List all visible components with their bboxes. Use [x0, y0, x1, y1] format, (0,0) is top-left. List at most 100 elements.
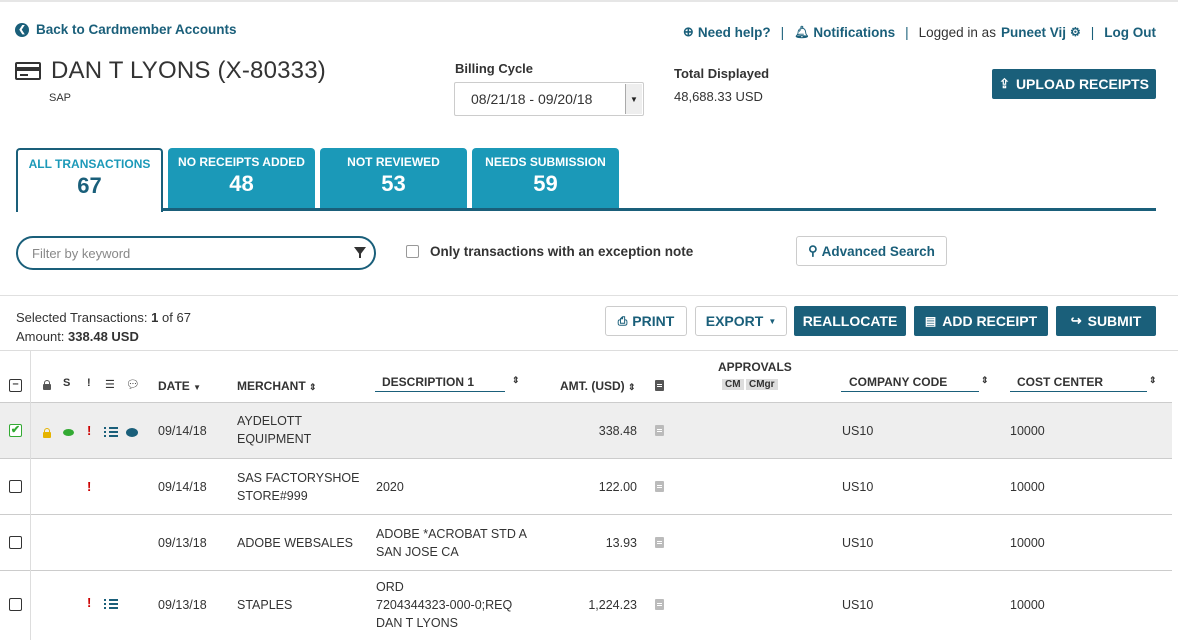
user-menu[interactable]: Puneet Vij ⚙: [1001, 25, 1081, 40]
amount-header-label: AMT. (USD): [560, 379, 625, 393]
export-dropdown[interactable]: EXPORT ▼: [695, 306, 787, 336]
row-description: 2020: [376, 480, 404, 494]
row-merchant: SAS FACTORYSHOE STORE#999: [237, 469, 360, 505]
user-name: Puneet Vij: [1000, 24, 1066, 40]
row-company-code: US10: [842, 598, 874, 612]
row-cost-center: 10000: [1010, 536, 1045, 550]
tab-label: ALL TRANSACTIONS: [28, 157, 151, 171]
gear-icon: ⚙: [1069, 25, 1081, 39]
cost-center-column-header[interactable]: COST CENTER: [1010, 375, 1147, 392]
row-description: ORD 7204344323-000-0;REQ DAN T LYONS: [376, 578, 512, 632]
cardmember-header: DAN T LYONS (X-80333): [15, 57, 326, 85]
row-checkbox[interactable]: [9, 598, 22, 611]
billing-cycle-value: 08/21/18 - 09/20/18: [471, 91, 593, 107]
transaction-tabs: ALL TRANSACTIONS 67 NO RECEIPTS ADDED 48…: [16, 148, 619, 212]
date-header-label: DATE: [158, 379, 190, 393]
cost-center-header-label: COST CENTER: [1017, 375, 1104, 389]
comment-icon: 💬︎: [126, 379, 140, 391]
amount-column-header[interactable]: AMT. (USD) ⇕: [560, 379, 636, 393]
receipt-icon[interactable]: [655, 481, 664, 492]
sort-icon: ⇕: [309, 382, 317, 392]
sort-icon[interactable]: ⇕: [1149, 375, 1157, 386]
exception-icon: !: [87, 595, 92, 610]
divider: |: [1090, 24, 1095, 40]
merchant-line: EQUIPMENT: [237, 432, 312, 446]
caret-down-icon: ▼: [625, 84, 642, 114]
upload-receipts-button[interactable]: ⇪ UPLOAD RECEIPTS: [992, 69, 1156, 99]
row-date: 09/14/18: [158, 480, 207, 494]
notifications-link[interactable]: 🔔︎ Notifications: [794, 25, 895, 40]
row-company-code: US10: [842, 480, 874, 494]
row-date: 09/13/18: [158, 536, 207, 550]
advanced-search-button[interactable]: ⚲ Advanced Search: [796, 236, 947, 266]
share-arrow-icon: ↪: [1070, 313, 1082, 328]
description-line: SAN JOSE CA: [376, 545, 459, 559]
receipt-icon[interactable]: [655, 599, 664, 610]
merchant-column-header[interactable]: MERCHANT ⇕: [237, 379, 317, 393]
list-icon[interactable]: [104, 427, 118, 438]
logout-link[interactable]: Log Out: [1104, 25, 1156, 40]
lock-icon: [43, 428, 51, 438]
exception-icon: !: [87, 479, 92, 494]
row-description: ADOBE *ACROBAT STD A SAN JOSE CA: [376, 525, 527, 561]
print-label: PRINT: [632, 313, 675, 329]
row-merchant: STAPLES: [237, 598, 293, 612]
bell-icon: 🔔︎: [794, 25, 810, 39]
eye-icon: [63, 429, 74, 436]
receipt-column-icon: [655, 380, 664, 391]
divider: [0, 295, 1178, 296]
upload-receipts-label: UPLOAD RECEIPTS: [1015, 76, 1149, 92]
lock-icon: [43, 380, 51, 390]
receipt-icon[interactable]: [655, 425, 664, 436]
receipt-icon[interactable]: [655, 537, 664, 548]
advanced-search-label: Advanced Search: [821, 243, 935, 259]
exception-icon: !: [87, 423, 92, 438]
column-divider: [30, 403, 31, 640]
list-icon[interactable]: [104, 599, 118, 610]
tab-count: 48: [229, 171, 254, 196]
help-link[interactable]: ⊕ Need help?: [683, 24, 771, 40]
total-displayed-label: Total Displayed: [674, 66, 770, 81]
table-row[interactable]: ! 09/14/18 SAS FACTORYSHOE STORE#999 202…: [0, 459, 1172, 515]
table-row[interactable]: ! 09/13/18 STAPLES ORD 7204344323-000-0;…: [0, 571, 1172, 640]
submit-button[interactable]: ↪ SUBMIT: [1056, 306, 1156, 336]
row-amount: 1,224.23: [588, 598, 637, 612]
back-link-label: Back to Cardmember Accounts: [36, 22, 237, 37]
tab-all-transactions[interactable]: ALL TRANSACTIONS 67: [16, 148, 163, 212]
row-company-code: US10: [842, 424, 874, 438]
print-button[interactable]: ⎙ PRINT: [605, 306, 687, 336]
reallocate-button[interactable]: REALLOCATE: [794, 306, 906, 336]
sort-icon[interactable]: ⇕: [512, 375, 520, 386]
select-all-checkbox[interactable]: –: [9, 379, 22, 392]
selected-label: Selected Transactions:: [16, 310, 148, 325]
back-link[interactable]: ❮ Back to Cardmember Accounts: [15, 22, 237, 37]
tab-underline: [162, 208, 1156, 211]
filter-icon-stem: [359, 253, 361, 258]
company-code-column-header[interactable]: COMPANY CODE: [841, 375, 979, 392]
description-header-label: DESCRIPTION 1: [382, 375, 475, 389]
table-row[interactable]: 09/13/18 ADOBE WEBSALES ADOBE *ACROBAT S…: [0, 515, 1172, 571]
top-nav: ⊕ Need help? | 🔔︎ Notifications | Logged…: [683, 24, 1156, 40]
tab-not-reviewed[interactable]: NOT REVIEWED 53: [320, 148, 467, 210]
add-receipt-button[interactable]: ▤ ADD RECEIPT: [914, 306, 1048, 336]
description-column-header[interactable]: DESCRIPTION 1: [375, 375, 505, 392]
tab-count: 67: [77, 173, 102, 198]
row-merchant: AYDELOTT EQUIPMENT: [237, 412, 311, 448]
export-label: EXPORT: [705, 313, 764, 329]
row-checkbox[interactable]: [9, 536, 22, 549]
sort-icon[interactable]: ⇕: [981, 375, 989, 386]
tab-needs-submission[interactable]: NEEDS SUBMISSION 59: [472, 148, 619, 210]
billing-cycle-select[interactable]: 08/21/18 - 09/20/18 ▼: [454, 82, 644, 116]
tab-no-receipts-added[interactable]: NO RECEIPTS ADDED 48: [168, 148, 315, 210]
billing-cycle-label: Billing Cycle: [455, 61, 534, 76]
comment-icon[interactable]: [126, 428, 138, 437]
table-row[interactable]: ✔ ! 09/14/18 AYDELOTT EQUIPMENT 338.48 U…: [0, 403, 1172, 459]
keyword-filter-input[interactable]: Filter by keyword: [16, 236, 376, 270]
date-column-header[interactable]: DATE ▼: [158, 379, 201, 393]
row-cost-center: 10000: [1010, 598, 1045, 612]
row-checkbox[interactable]: [9, 480, 22, 493]
exception-note-checkbox[interactable]: [406, 245, 419, 258]
row-date: 09/14/18: [158, 424, 207, 438]
row-checkbox[interactable]: ✔: [9, 424, 22, 437]
caret-down-icon: ▼: [193, 383, 202, 392]
